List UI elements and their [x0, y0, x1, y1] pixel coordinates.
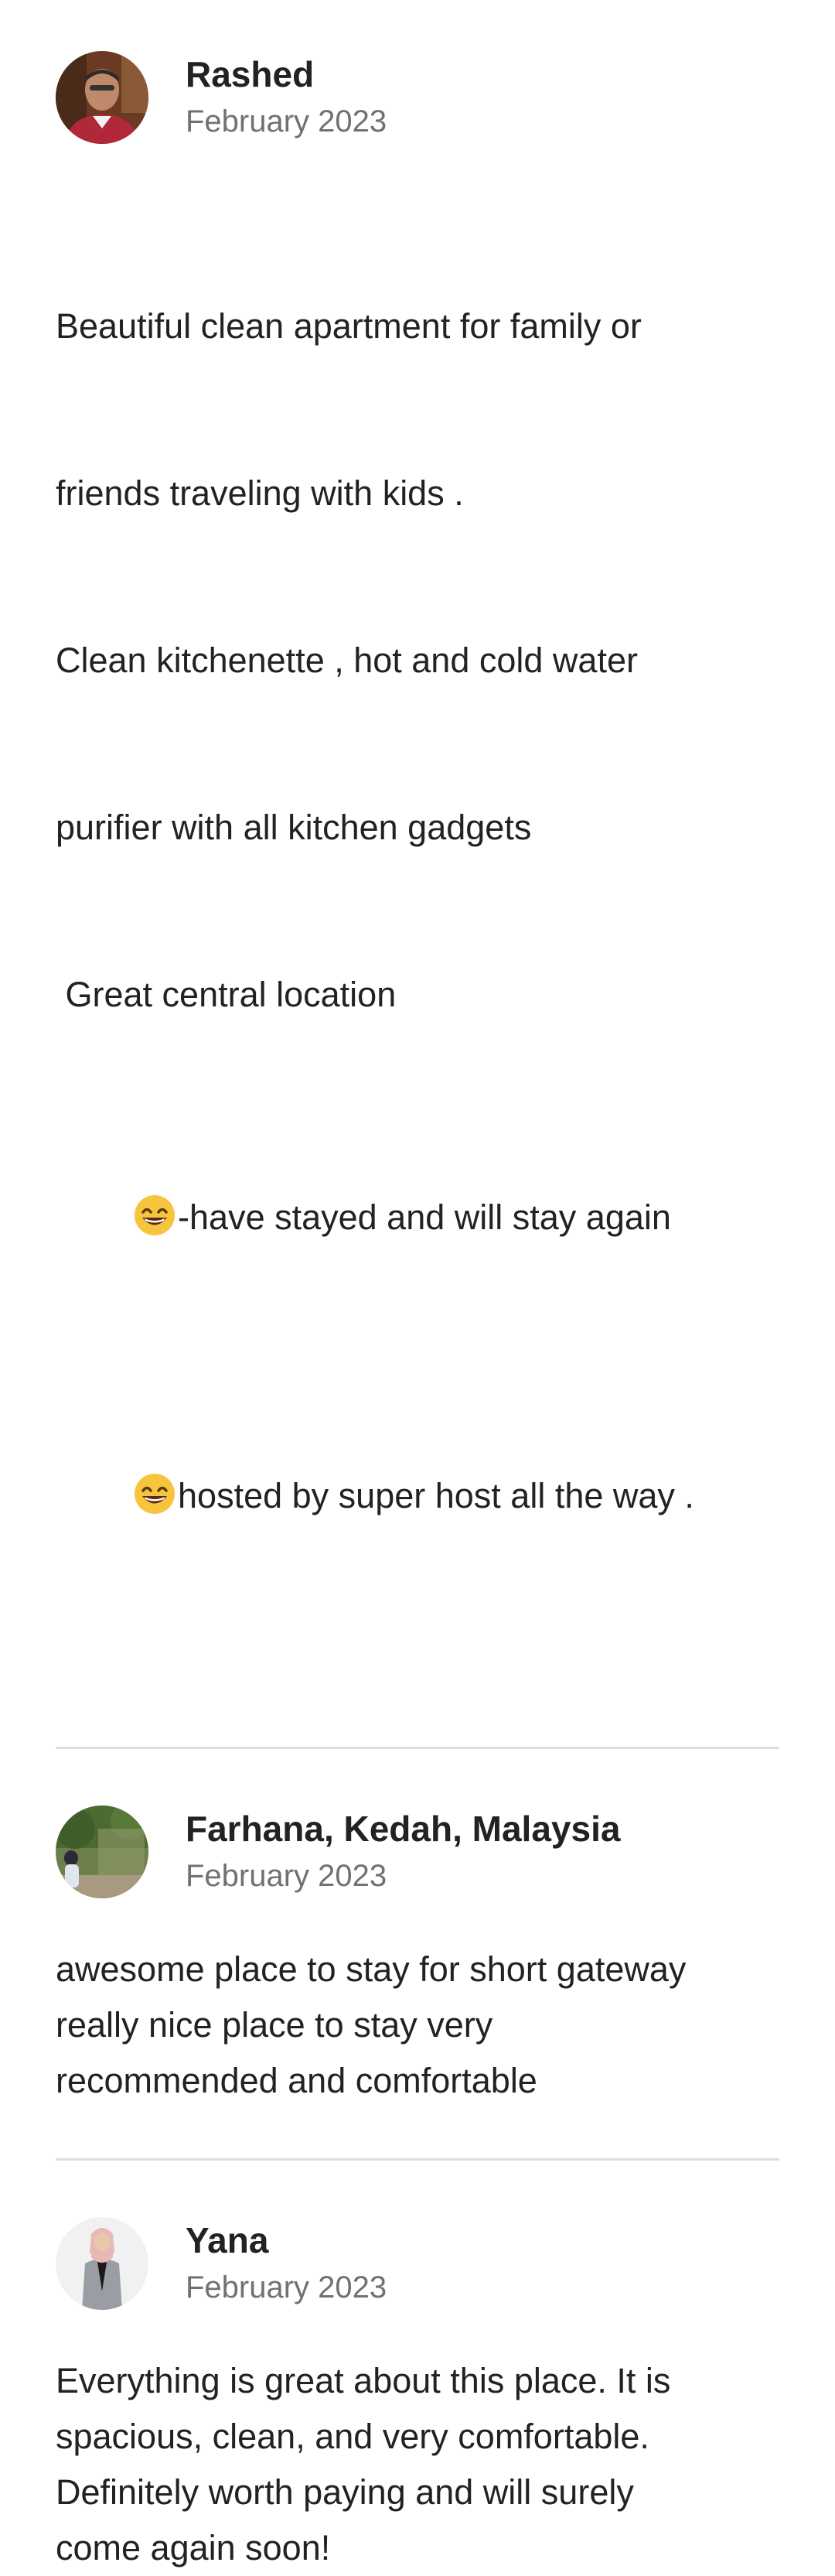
review-date: February 2023 [186, 104, 387, 138]
reviewer-info: Rashed February 2023 [186, 50, 387, 145]
reviewer-name[interactable]: Yana [186, 2216, 387, 2264]
grinning-face-emoji-icon [135, 1195, 176, 1235]
review-text-segment: -have stayed and will stay again [178, 1197, 671, 1237]
reviewer-avatar[interactable] [56, 51, 148, 144]
grinning-face-emoji-icon [135, 1474, 176, 1514]
review-item: Yana February 2023 Everything is great a… [56, 2161, 779, 2576]
review-text-line: Beautiful clean apartment for family or [56, 306, 642, 346]
review-item: Rashed February 2023 Beautiful clean apa… [56, 0, 779, 1691]
review-date: February 2023 [186, 1859, 387, 1893]
reviewer-info: Yana February 2023 [186, 2216, 387, 2311]
review-item: Farhana, Kedah, Malaysia February 2023 a… [56, 1749, 779, 2109]
review-date: February 2023 [186, 2270, 387, 2304]
review-text-line: -have stayed and will stay again [56, 1134, 779, 1301]
review-text: Everything is great about this place. It… [56, 2361, 671, 2567]
review-text: Beautiful clean apartment for family or … [56, 187, 779, 1691]
review-header: Yana February 2023 [56, 2216, 779, 2311]
reviewer-avatar[interactable] [56, 2217, 148, 2310]
reviewer-name[interactable]: Rashed [186, 50, 387, 98]
reviewer-info: Farhana, Kedah, Malaysia February 2023 [186, 1805, 620, 1899]
review-text-line: purifier with all kitchen gadgets [56, 808, 532, 847]
reviewer-name[interactable]: Farhana, Kedah, Malaysia [186, 1805, 620, 1853]
review-header: Farhana, Kedah, Malaysia February 2023 [56, 1804, 779, 1900]
reviewer-avatar[interactable] [56, 1806, 148, 1898]
review-text-line: Great central location [56, 975, 397, 1014]
review-text: awesome place to stay for short gateway … [56, 1949, 687, 2100]
review-text-segment: hosted by super host all the way . [178, 1476, 694, 1515]
review-text-line: friends traveling with kids . [56, 473, 464, 513]
review-text-line: hosted by super host all the way . [56, 1413, 779, 1580]
reviews-list: Rashed February 2023 Beautiful clean apa… [0, 0, 835, 2576]
review-header: Rashed February 2023 [56, 50, 779, 145]
review-text-line: Clean kitchenette , hot and cold water [56, 641, 638, 680]
